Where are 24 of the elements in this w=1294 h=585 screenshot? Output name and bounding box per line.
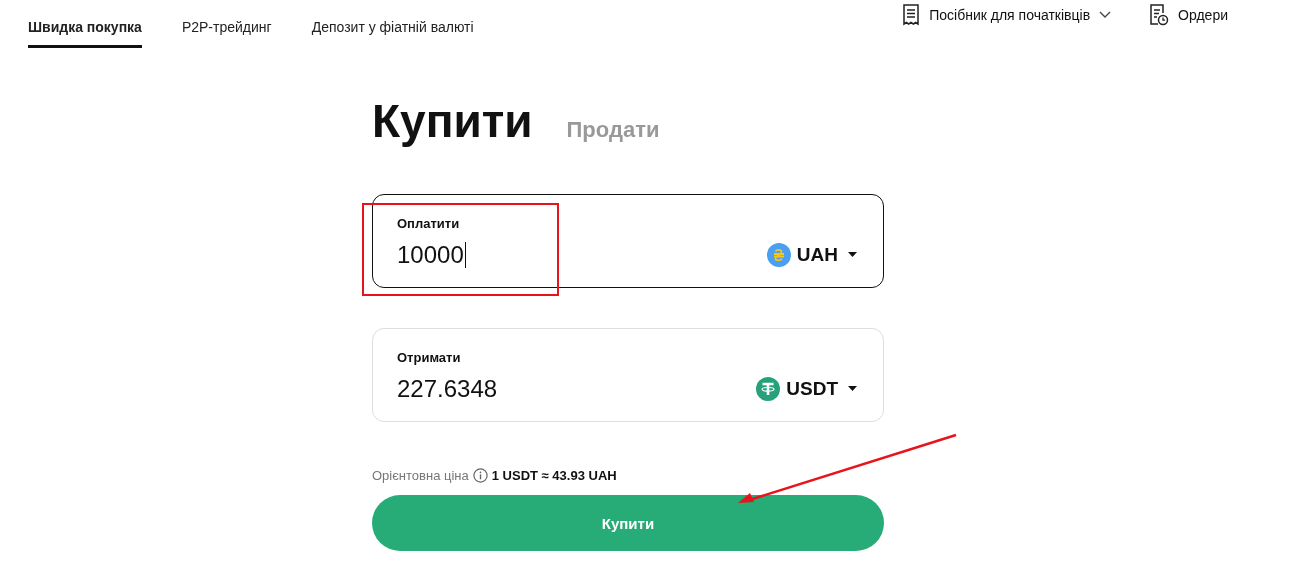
caret-icon: [848, 252, 857, 258]
price-label: Орієнтовна ціна: [372, 468, 469, 483]
currency-selector[interactable]: USDT: [756, 377, 857, 401]
document-clock-icon: [1149, 4, 1170, 26]
field-label: Отримати: [397, 350, 462, 365]
amount-field[interactable]: Отримати 227.6348 USDT: [372, 328, 884, 422]
nav-tab[interactable]: P2P-трейдинг: [181, 0, 272, 48]
nav-tab[interactable]: Швидка покупка: [28, 0, 142, 48]
price-value: 1 USDT ≈ 43.93 UAH: [491, 468, 617, 483]
info-icon[interactable]: [472, 468, 488, 483]
amount-value: 227.6348: [397, 375, 498, 403]
nav-link[interactable]: Ордери: [1149, 4, 1228, 26]
tether-coin-icon: [756, 377, 781, 401]
nav-link[interactable]: Посібник для початківців: [902, 4, 1112, 26]
mode-tab[interactable]: Купити: [372, 94, 533, 148]
caret-icon: [848, 386, 857, 392]
hryvnia-coin-icon: [766, 243, 791, 267]
field-label: Оплатити: [397, 216, 461, 231]
amount-value: 10000: [397, 241, 464, 269]
nav-tab[interactable]: Депозит у фіатній валюті: [311, 0, 474, 48]
text-cursor: [464, 242, 466, 268]
document-icon: [902, 4, 921, 26]
currency-selector[interactable]: UAH: [766, 243, 857, 267]
amount-field[interactable]: Оплатити 10000 UAH: [372, 194, 884, 288]
